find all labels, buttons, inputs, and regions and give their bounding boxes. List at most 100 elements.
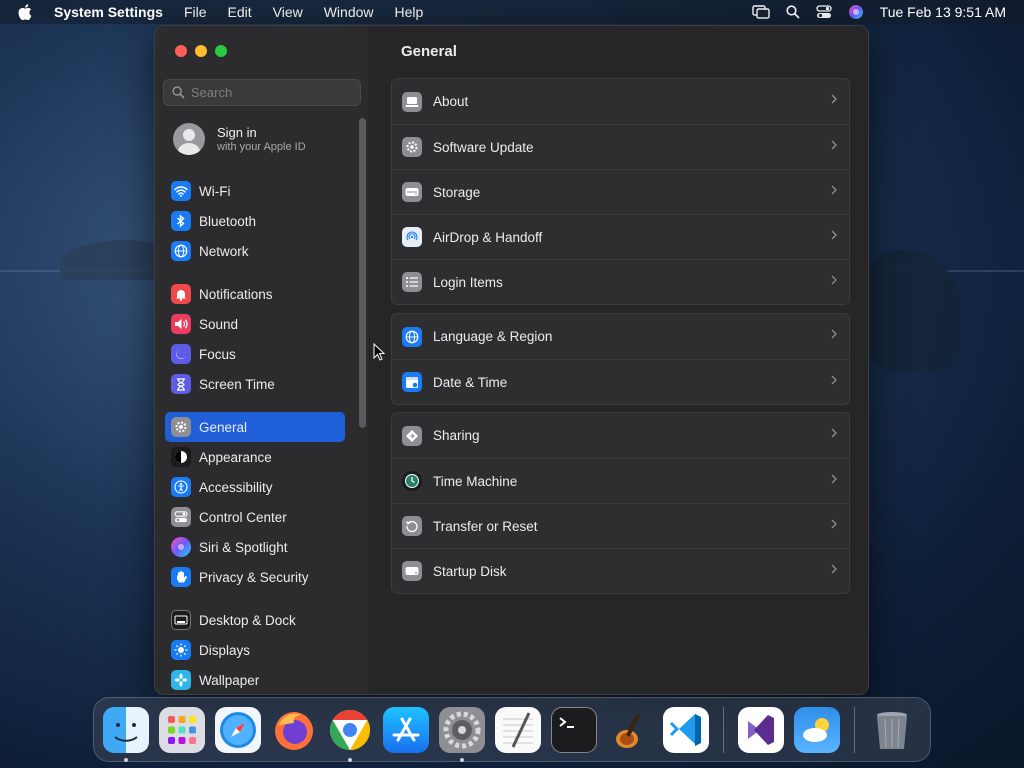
sidebar-item-siri-spotlight[interactable]: Siri & Spotlight <box>165 532 345 562</box>
menu-view[interactable]: View <box>273 4 303 20</box>
globe-icon <box>402 326 422 347</box>
textedit-icon[interactable] <box>495 706 541 753</box>
chevron-right-icon <box>831 230 837 240</box>
row-label: Language & Region <box>433 329 553 344</box>
avatar <box>173 123 205 155</box>
menu-help[interactable]: Help <box>395 4 424 20</box>
sidebar-item-label: Notifications <box>199 286 273 302</box>
chevron-right-icon <box>831 519 837 529</box>
row-date-time[interactable]: Date & Time <box>392 359 849 404</box>
zoom-button[interactable] <box>215 45 227 57</box>
trash-icon[interactable] <box>869 707 915 753</box>
disk-icon <box>402 561 422 581</box>
weather-icon[interactable] <box>794 706 840 753</box>
safari-icon[interactable] <box>215 706 261 753</box>
sidebar-item-label: Bluetooth <box>199 213 257 229</box>
calendar-icon <box>402 372 422 392</box>
chevron-right-icon <box>831 329 837 339</box>
sidebar-item-label: Sound <box>199 316 239 332</box>
sidebar-item-label: Control Center <box>199 509 287 525</box>
sharing-icon <box>402 425 422 446</box>
dock <box>93 697 931 762</box>
sidebar-item-sound[interactable]: Sound <box>165 309 345 339</box>
row-label: AirDrop & Handoff <box>433 229 543 245</box>
row-label: Date & Time <box>433 374 508 390</box>
sidebar-item-label: Accessibility <box>199 479 273 495</box>
search-field[interactable] <box>163 79 361 106</box>
terminal-icon[interactable] <box>551 706 597 753</box>
sidebar-item-accessibility[interactable]: Accessibility <box>165 472 345 502</box>
spotlight-search-icon[interactable] <box>786 5 800 19</box>
dock-separator <box>854 706 855 753</box>
sidebar-item-wifi[interactable]: Wi-Fi <box>165 176 345 206</box>
garageband-icon[interactable] <box>607 707 653 753</box>
list-icon <box>402 272 422 292</box>
sidebar-item-wallpaper[interactable]: Wallpaper <box>165 665 345 694</box>
mouse-cursor-icon <box>373 343 385 361</box>
system-settings-icon[interactable] <box>439 706 485 762</box>
sidebar-item-screen-time[interactable]: Screen Time <box>165 369 345 399</box>
row-label: Sharing <box>433 428 480 443</box>
sidebar-scrollbar[interactable] <box>359 118 366 428</box>
row-label: Startup Disk <box>433 563 507 579</box>
sidebar-list: Wi-Fi Bluetooth Network Notifications So… <box>165 176 345 694</box>
row-transfer-reset[interactable]: Transfer or Reset <box>392 503 849 548</box>
sidebar-item-displays[interactable]: Displays <box>165 635 345 665</box>
gear-icon <box>171 417 191 437</box>
row-about[interactable]: About <box>392 79 849 124</box>
row-sharing[interactable]: Sharing <box>392 413 849 458</box>
control-center-menu-icon[interactable] <box>816 5 832 19</box>
moon-icon <box>171 344 191 364</box>
drive-icon <box>402 182 422 202</box>
chevron-right-icon <box>831 375 837 385</box>
wifi-icon <box>171 181 191 201</box>
minimize-button[interactable] <box>195 45 207 57</box>
sidebar-item-control-center[interactable]: Control Center <box>165 502 345 532</box>
row-time-machine[interactable]: Time Machine <box>392 458 849 503</box>
sidebar-item-label: Network <box>199 243 249 259</box>
menu-window[interactable]: Window <box>324 4 374 20</box>
sidebar-item-privacy-security[interactable]: Privacy & Security <box>165 562 345 592</box>
vscode-icon[interactable] <box>663 706 709 753</box>
firefox-icon[interactable] <box>271 707 317 753</box>
sidebar-item-network[interactable]: Network <box>165 236 345 266</box>
row-storage[interactable]: Storage <box>392 169 849 214</box>
sidebar-item-desktop-dock[interactable]: Desktop & Dock <box>165 605 345 635</box>
sidebar: Sign in with your Apple ID Wi-Fi Bluetoo… <box>155 26 370 694</box>
row-label: Transfer or Reset <box>433 518 538 534</box>
window-controls <box>175 45 227 57</box>
row-language-region[interactable]: Language & Region <box>392 314 849 359</box>
finder-icon[interactable] <box>103 706 149 762</box>
sidebar-item-label: Wallpaper <box>199 672 260 688</box>
menu-clock[interactable]: Tue Feb 13 9:51 AM <box>880 4 1006 20</box>
running-indicator <box>124 757 128 762</box>
apple-menu-icon[interactable] <box>18 4 40 20</box>
screen-mirroring-icon[interactable] <box>751 5 770 19</box>
search-input[interactable] <box>191 85 351 100</box>
siri-menu-icon[interactable] <box>848 4 864 20</box>
sidebar-item-appearance[interactable]: Appearance <box>165 442 345 472</box>
launchpad-icon[interactable] <box>159 706 205 753</box>
menu-app-name[interactable]: System Settings <box>54 4 163 20</box>
chrome-icon[interactable] <box>327 707 373 762</box>
apple-id-sign-in[interactable]: Sign in with your Apple ID <box>173 123 306 155</box>
dock-icon <box>171 610 191 630</box>
sidebar-item-label: Screen Time <box>199 376 275 392</box>
menu-file[interactable]: File <box>184 4 207 20</box>
accessibility-icon <box>171 477 191 497</box>
row-login-items[interactable]: Login Items <box>392 259 849 304</box>
row-startup-disk[interactable]: Startup Disk <box>392 548 849 593</box>
sidebar-item-label: Privacy & Security <box>199 569 309 585</box>
row-airdrop-handoff[interactable]: AirDrop & Handoff <box>392 214 849 259</box>
laptop-icon <box>402 91 422 112</box>
sidebar-item-notifications[interactable]: Notifications <box>165 279 345 309</box>
sidebar-item-general[interactable]: General <box>165 412 345 442</box>
app-store-icon[interactable] <box>383 706 429 753</box>
close-button[interactable] <box>175 45 187 57</box>
sidebar-item-focus[interactable]: Focus <box>165 339 345 369</box>
menu-edit[interactable]: Edit <box>228 4 252 20</box>
visual-studio-icon[interactable] <box>738 706 784 753</box>
sidebar-item-bluetooth[interactable]: Bluetooth <box>165 206 345 236</box>
row-software-update[interactable]: Software Update <box>392 124 849 169</box>
